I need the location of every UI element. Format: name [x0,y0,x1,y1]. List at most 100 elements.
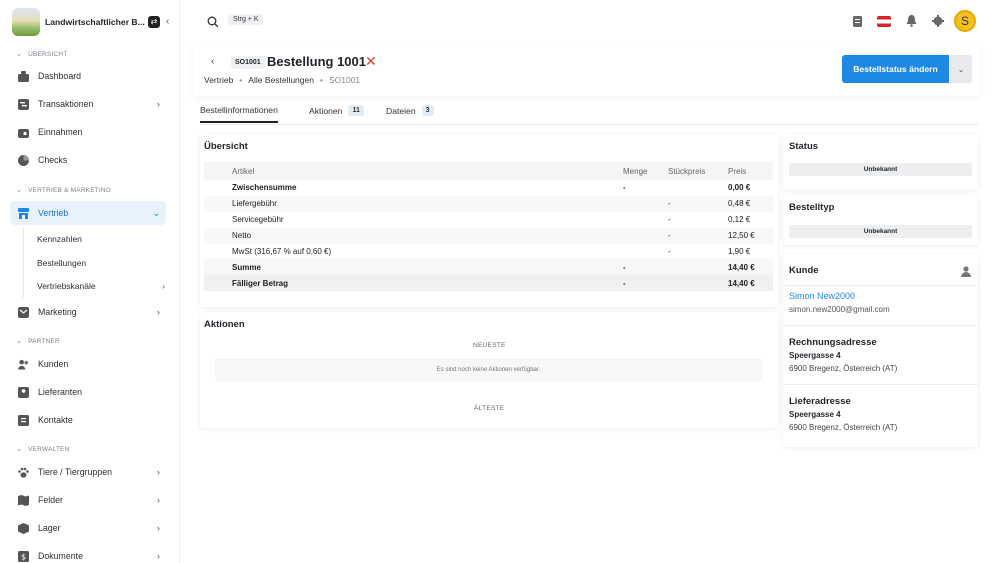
shipping-street: Speergasse 4 [789,410,841,419]
notes-icon[interactable] [850,14,864,28]
sidebar-item-marketing[interactable]: Marketing › [10,300,166,324]
empty-actions-message: Es sind noch keine Aktionen verfügbar. [215,358,762,381]
tab-files[interactable]: Dateien 3 [386,105,434,116]
chevron-right-icon: › [157,99,160,109]
sidebar-item-suppliers[interactable]: Lieferanten [10,380,166,404]
order-header: ‹ SO1001 Bestellung 1001 ✕ Vertrieb • Al… [193,44,980,96]
divider [783,325,978,326]
shipping-title: Lieferadresse [789,396,851,407]
oldest-label[interactable]: ÄLTESTE [474,405,505,412]
overview-title: Übersicht [204,141,248,152]
table-row: Servicegebühr -0,12 € [232,215,751,225]
marketing-icon [18,306,29,318]
section-partner[interactable]: ⌄ PARTNER [16,337,60,346]
section-sales-marketing[interactable]: ⌄ VERTRIEB & MARKETING [16,186,111,195]
section-overview[interactable]: ⌄ ÜBERSICHT [16,50,67,59]
breadcrumb-all-orders[interactable]: Alle Bestellungen [248,75,314,85]
newest-label[interactable]: NEUESTE [473,342,506,349]
box-icon [18,522,29,534]
sidebar-item-animals[interactable]: Tiere / Tiergruppen › [10,460,166,484]
table-row: MwSt (316,67 % auf 0,60 €) -1,90 € [232,247,751,256]
col-unit-price: Stückpreis [668,162,728,180]
suppliers-icon [18,386,29,398]
order-items-table: Artikel Menge Stückpreis Preis Zwischens… [204,162,773,292]
status-badge: Unbekannt [789,163,972,176]
col-price: Preis [728,162,773,180]
contacts-icon [18,414,29,426]
paw-icon [18,467,29,478]
chevron-down-icon[interactable]: ⌄ [950,55,972,83]
page-title: Bestellung 1001 [267,54,366,69]
top-bar: Strg + K S [180,0,1000,42]
customer-email: simon.new2000@gmail.com [789,305,890,314]
table-row: Summe -14,40 € [204,259,773,276]
change-status-button[interactable]: Bestellstatus ändern [842,55,949,83]
switch-org-icon[interactable]: ⇄ [148,15,160,28]
sidebar-item-fields[interactable]: Felder › [10,488,166,512]
order-number-badge: SO1001 [231,56,265,69]
org-name: Landwirtschaftlicher B... [45,16,145,27]
col-article: Artikel [204,162,623,180]
org-logo [12,7,40,36]
org-switcher[interactable]: Landwirtschaftlicher B... ⇄ ‹ [12,7,179,36]
chevron-right-icon: › [162,281,165,291]
map-icon [18,494,29,506]
breadcrumb-sales[interactable]: Vertrieb [204,75,233,85]
store-icon [18,207,29,219]
user-icon[interactable] [961,264,971,282]
divider [783,285,978,286]
sidebar-subitem-kpis[interactable]: Kennzahlen [37,234,82,244]
table-row: Zwischensumme -0,00 € [232,183,751,193]
close-icon[interactable]: ✕ [365,53,377,70]
sidebar-item-dashboard[interactable]: Dashboard [10,64,166,88]
section-manage[interactable]: ⌄ VERWALTEN [16,445,70,454]
sidebar-subitem-channels[interactable]: Vertriebskanäle › [37,281,165,291]
language-flag-icon[interactable] [877,14,891,28]
settings-icon[interactable] [931,14,945,28]
table-row: Liefergebühr -0,48 € [204,195,773,212]
collapse-sidebar-icon[interactable]: ‹ [166,16,169,27]
actions-card: Aktionen NEUESTE Es sind noch keine Akti… [200,312,778,428]
billing-street: Speergasse 4 [789,351,841,360]
sidebar-item-contacts[interactable]: Kontakte [10,408,166,432]
customer-name-link[interactable]: Simon New2000 [789,291,855,301]
users-icon [18,359,29,370]
table-row: Fälliger Betrag -14,40 € [204,275,773,292]
user-avatar[interactable]: S [954,10,976,32]
svg-text:$: $ [21,552,26,561]
actions-title: Aktionen [204,319,245,330]
submenu-line [23,228,24,298]
income-icon [18,127,29,138]
chevron-right-icon: › [157,307,160,317]
breadcrumb-separator: • [239,75,243,85]
search-shortcut[interactable]: Strg + K [228,14,264,25]
status-title: Status [789,141,819,152]
sidebar-item-sales[interactable]: Vertrieb ⌄ [10,201,166,225]
sidebar-item-documents[interactable]: $ Dokumente › [10,544,166,563]
customer-title: Kunde [789,265,819,276]
billing-title: Rechnungsadresse [789,337,877,348]
sidebar-item-customers[interactable]: Kunden [10,352,166,376]
tab-count-badge: 3 [421,105,434,116]
document-icon: $ [18,550,29,562]
chevron-down-icon: ⌄ [152,207,160,218]
bell-icon[interactable] [904,14,918,28]
dashboard-icon [18,70,29,82]
tab-order-info[interactable]: Bestellinformationen [200,105,278,123]
sidebar-item-checks[interactable]: Checks [10,148,166,172]
breadcrumb-separator: • [319,75,323,85]
sidebar-item-transactions[interactable]: Transaktionen › [10,92,166,116]
sidebar-item-income[interactable]: Einnahmen [10,120,166,144]
sidebar-subitem-orders[interactable]: Bestellungen [37,258,86,268]
sidebar-item-storage[interactable]: Lager › [10,516,166,540]
pie-chart-icon [18,154,29,166]
tab-actions[interactable]: Aktionen 11 [309,105,364,116]
breadcrumb: Vertrieb • Alle Bestellungen • SO1001 [204,75,360,85]
back-icon[interactable]: ‹ [211,56,214,67]
shipping-city: 6900 Bregenz, Österreich (AT) [789,423,898,432]
chevron-right-icon: › [157,495,160,505]
chevron-right-icon: › [157,523,160,533]
search-icon[interactable] [207,15,219,28]
order-type-badge: Unbekannt [789,225,972,238]
table-row: Netto -12,50 € [204,227,773,244]
